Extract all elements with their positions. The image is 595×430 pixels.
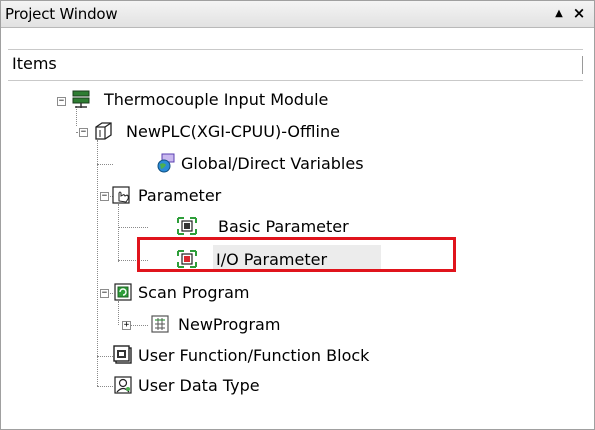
tree-item-plc[interactable]: NewPLC(XGI-CPUU)-Offline xyxy=(0,118,595,146)
red-callout-box xyxy=(137,237,456,272)
plc-icon xyxy=(92,121,114,141)
tree-item-user-data-type[interactable]: User Data Type xyxy=(0,372,595,400)
tree-item-label: NewPLC(XGI-CPUU)-Offline xyxy=(126,122,340,141)
tree-item-global-variables[interactable]: Global/Direct Variables xyxy=(0,150,595,178)
tree-item-label: Thermocouple Input Module xyxy=(104,90,329,109)
parameter-hand-icon xyxy=(111,185,133,205)
globe-variables-icon xyxy=(155,153,177,173)
tree-item-label: Scan Program xyxy=(138,283,250,302)
tree-item-root[interactable]: Thermocouple Input Module xyxy=(0,86,595,114)
scan-program-icon xyxy=(113,282,135,302)
tree-item-user-function[interactable]: User Function/Function Block xyxy=(0,342,595,370)
tree-item-label: Basic Parameter xyxy=(218,217,349,236)
user-data-type-icon xyxy=(113,375,135,395)
tree-item-scan-program[interactable]: Scan Program xyxy=(0,279,595,307)
project-tree: − Thermocouple Input Module − NewPLC(XGI… xyxy=(0,0,595,430)
tree-item-parameter[interactable]: Parameter xyxy=(0,182,595,210)
basic-parameter-icon xyxy=(176,216,198,236)
tree-item-new-program[interactable]: NewProgram xyxy=(0,311,595,339)
tree-item-label: User Data Type xyxy=(138,376,260,395)
tree-item-label: Global/Direct Variables xyxy=(181,154,364,173)
function-block-icon xyxy=(113,345,135,365)
tree-item-label: Parameter xyxy=(138,186,222,205)
program-icon xyxy=(150,314,172,334)
tree-item-label: NewProgram xyxy=(178,315,281,334)
module-icon xyxy=(70,89,92,109)
tree-item-label: User Function/Function Block xyxy=(138,346,370,365)
